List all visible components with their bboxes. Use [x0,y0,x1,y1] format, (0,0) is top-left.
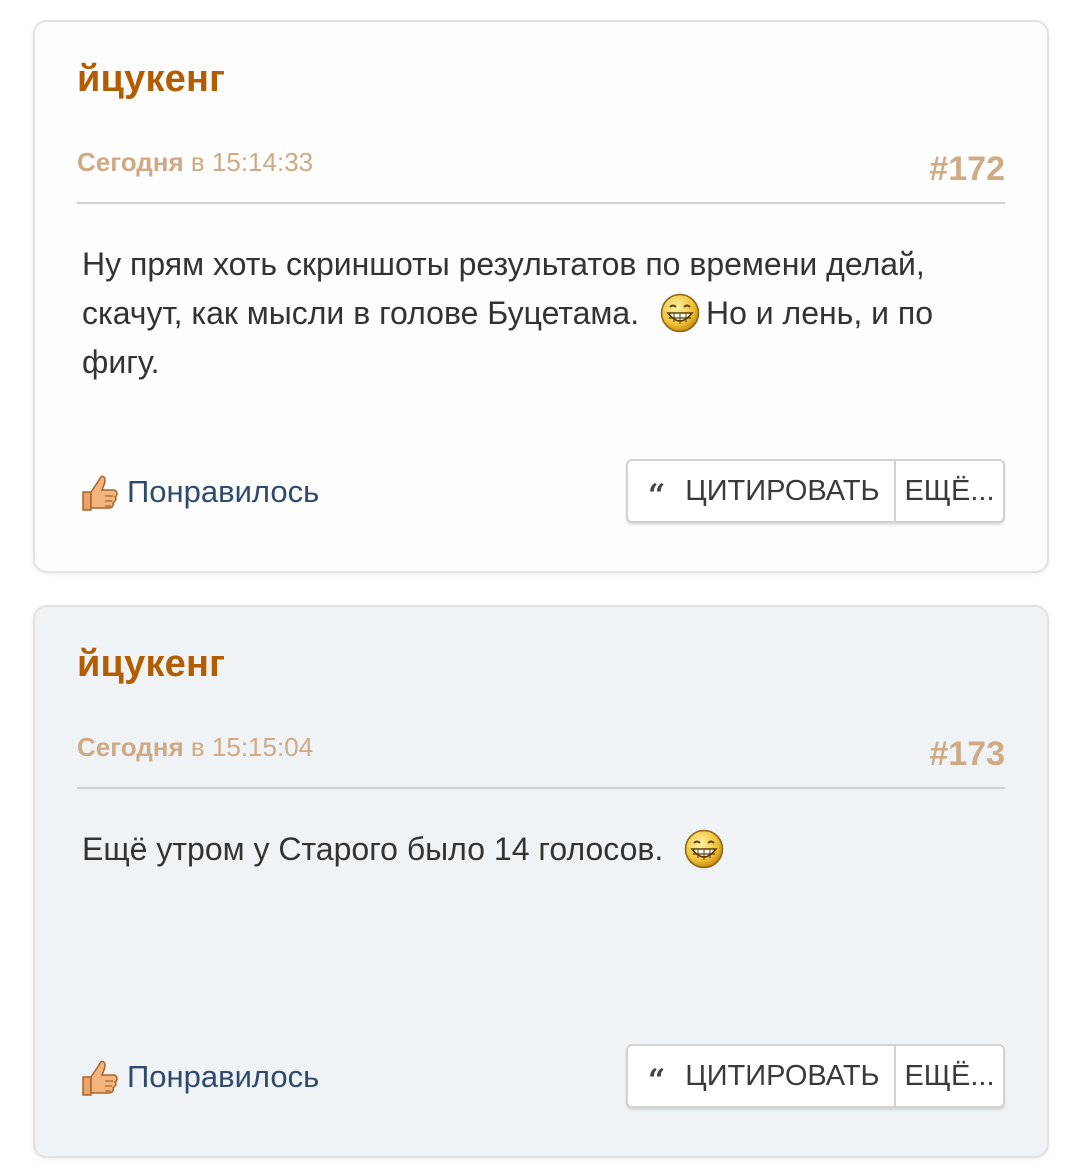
like-label: Понравилось [127,1059,320,1094]
quote-icon: “ [648,477,666,513]
post-author[interactable]: йцукенг [77,58,225,101]
like-button[interactable]: Понравилось [77,1055,319,1099]
post-author[interactable]: йцукенг [77,643,225,686]
post-actions: “ ЦИТИРОВАТЬ ЕЩЁ... [626,1044,1005,1108]
quote-label: ЦИТИРОВАТЬ [685,474,880,507]
post-feed: йцукенг Сегодня в 15:14:33 #172 Ну прям … [0,0,1080,1172]
grin-smiley-icon [660,293,700,332]
more-button[interactable]: ЕЩЁ... [894,461,1003,521]
post-date-time: в 15:14:33 [183,147,314,177]
quote-button[interactable]: “ ЦИТИРОВАТЬ [628,1046,894,1106]
post-timestamp[interactable]: Сегодня в 15:15:04 [77,732,313,763]
thumbs-up-icon [82,475,118,511]
thumbs-up-icon [82,1060,118,1096]
more-button[interactable]: ЕЩЁ... [894,1046,1003,1106]
post-message: Ещё утром у Старого было 14 голосов. [82,825,962,874]
post-text: Ещё утром у Старого было 14 голосов. [82,831,664,867]
post-number-link[interactable]: #173 [929,735,1005,774]
quote-icon: “ [648,1062,666,1098]
post-date-day: Сегодня [77,732,184,762]
post-header-divider [77,202,1005,204]
like-button[interactable]: Понравилось [77,470,319,514]
post-date-time: в 15:15:04 [183,732,314,762]
post-date-day: Сегодня [77,147,184,177]
post-timestamp[interactable]: Сегодня в 15:14:33 [77,147,313,178]
like-label: Понравилось [127,474,320,509]
post-header-divider [77,787,1005,789]
post-message: Ну прям хоть скриншоты результатов по вр… [82,240,962,387]
post-number-link[interactable]: #172 [929,150,1005,189]
forum-post: йцукенг Сегодня в 15:14:33 #172 Ну прям … [33,20,1049,573]
forum-post: йцукенг Сегодня в 15:15:04 #173 Ещё утро… [33,605,1049,1158]
post-actions: “ ЦИТИРОВАТЬ ЕЩЁ... [626,459,1005,523]
quote-label: ЦИТИРОВАТЬ [685,1059,880,1092]
grin-smiley-icon [684,829,724,868]
quote-button[interactable]: “ ЦИТИРОВАТЬ [628,461,894,521]
